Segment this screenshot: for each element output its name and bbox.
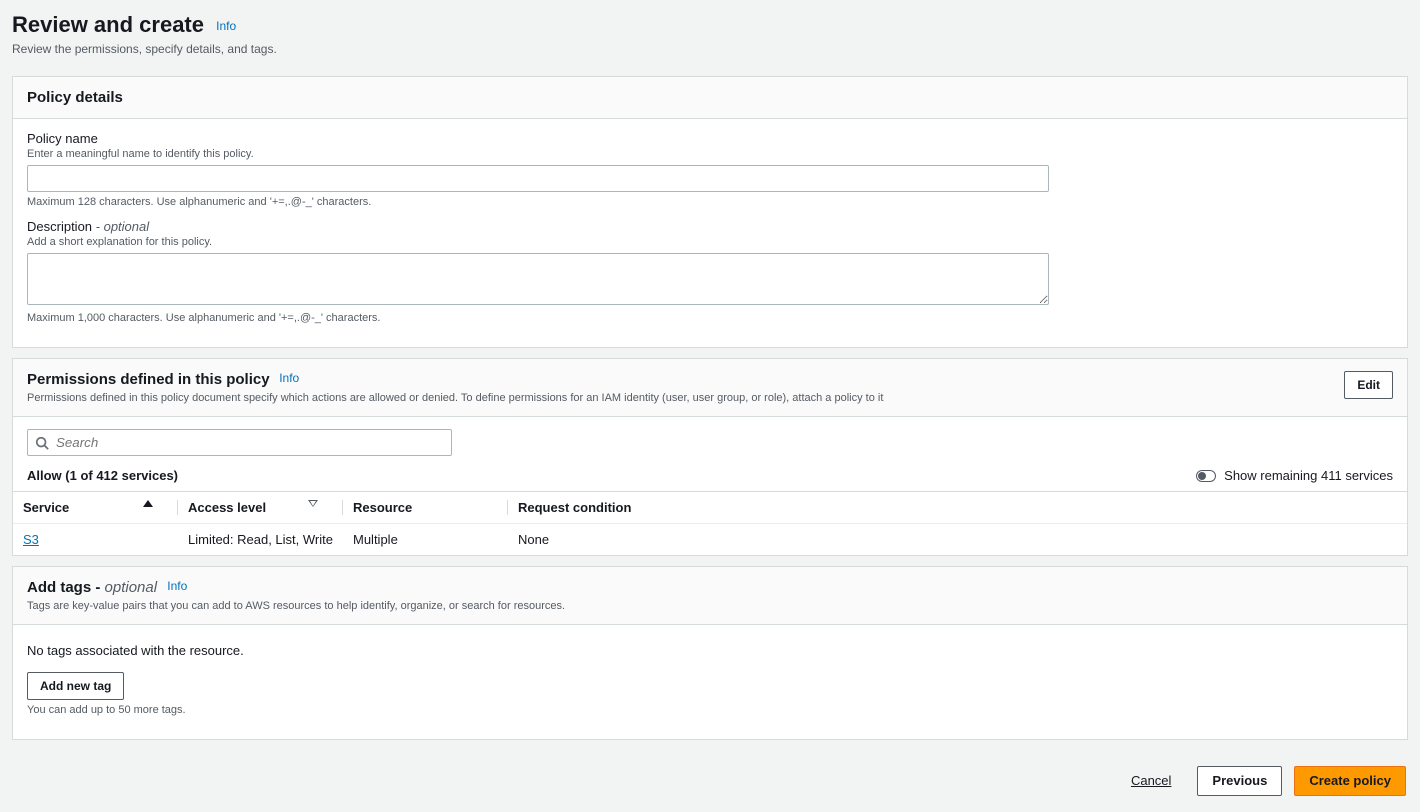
description-field: Description - optional Add a short expla… <box>27 219 1049 324</box>
create-policy-button[interactable]: Create policy <box>1294 766 1406 796</box>
policy-details-body: Policy name Enter a meaningful name to i… <box>13 119 1063 347</box>
sort-asc-icon <box>143 500 153 507</box>
allow-summary-row: Allow (1 of 412 services) Show remaining… <box>27 468 1393 483</box>
permissions-panel: Permissions defined in this policy Info … <box>12 358 1408 556</box>
page-header: Review and create Info Review the permis… <box>12 12 1408 66</box>
description-constraint: Maximum 1,000 characters. Use alphanumer… <box>27 312 1049 324</box>
permissions-body: Allow (1 of 412 services) Show remaining… <box>13 417 1407 483</box>
permissions-table: Service Access level Resource Request co… <box>13 491 1407 555</box>
policy-name-constraint: Maximum 128 characters. Use alphanumeric… <box>27 196 1049 208</box>
col-condition[interactable]: Request condition <box>508 492 1407 524</box>
policy-name-field: Policy name Enter a meaningful name to i… <box>27 131 1049 208</box>
allow-summary: Allow (1 of 412 services) <box>27 468 178 483</box>
tags-header: Add tags - optional Info Tags are key-va… <box>13 567 1407 625</box>
policy-details-panel: Policy details Policy name Enter a meani… <box>12 76 1408 348</box>
footer-actions: Cancel Previous Create policy <box>12 754 1408 796</box>
policy-name-input[interactable] <box>27 165 1049 192</box>
cell-access: Limited: Read, List, Write <box>178 524 343 556</box>
tags-limit: You can add up to 50 more tags. <box>27 704 1393 716</box>
service-link-s3[interactable]: S3 <box>23 532 39 547</box>
col-service[interactable]: Service <box>13 492 178 524</box>
policy-details-title: Policy details <box>27 89 123 106</box>
info-link-tags[interactable]: Info <box>167 579 187 593</box>
sort-icon <box>308 500 318 507</box>
tags-title: Add tags - optional <box>27 579 161 596</box>
page-title-text: Review and create <box>12 12 204 37</box>
tags-header-left: Add tags - optional Info Tags are key-va… <box>27 579 565 612</box>
search-icon <box>35 436 49 450</box>
previous-button[interactable]: Previous <box>1197 766 1282 796</box>
cell-condition: None <box>508 524 1407 556</box>
description-label: Description - optional <box>27 219 1049 234</box>
permissions-header: Permissions defined in this policy Info … <box>13 359 1407 417</box>
col-resource[interactable]: Resource <box>343 492 508 524</box>
edit-button[interactable]: Edit <box>1344 371 1393 399</box>
table-row: S3 Limited: Read, List, Write Multiple N… <box>13 524 1407 556</box>
add-new-tag-button[interactable]: Add new tag <box>27 672 124 700</box>
permissions-table-header-row: Service Access level Resource Request co… <box>13 492 1407 524</box>
show-remaining-label: Show remaining 411 services <box>1224 468 1393 483</box>
col-access[interactable]: Access level <box>178 492 343 524</box>
tags-panel: Add tags - optional Info Tags are key-va… <box>12 566 1408 740</box>
page-title: Review and create Info <box>12 12 1408 38</box>
policy-details-header: Policy details <box>13 77 1407 119</box>
cell-resource: Multiple <box>343 524 508 556</box>
info-link-header[interactable]: Info <box>216 19 236 33</box>
policy-name-help: Enter a meaningful name to identify this… <box>27 148 1049 160</box>
page-description: Review the permissions, specify details,… <box>12 42 1408 56</box>
permissions-header-left: Permissions defined in this policy Info … <box>27 371 883 404</box>
tags-body: No tags associated with the resource. Ad… <box>13 625 1407 739</box>
description-help: Add a short explanation for this policy. <box>27 236 1049 248</box>
info-link-permissions[interactable]: Info <box>279 371 299 385</box>
tags-desc: Tags are key-value pairs that you can ad… <box>27 600 565 612</box>
search-input[interactable] <box>27 429 452 456</box>
policy-name-label: Policy name <box>27 131 1049 146</box>
search-wrap <box>27 429 452 456</box>
cancel-button[interactable]: Cancel <box>1117 767 1185 795</box>
permissions-title: Permissions defined in this policy <box>27 371 270 388</box>
description-textarea[interactable] <box>27 253 1049 305</box>
permissions-desc: Permissions defined in this policy docum… <box>27 392 883 404</box>
show-remaining-row: Show remaining 411 services <box>1196 468 1393 483</box>
tags-empty: No tags associated with the resource. <box>27 643 1393 658</box>
show-remaining-toggle[interactable] <box>1196 470 1216 482</box>
